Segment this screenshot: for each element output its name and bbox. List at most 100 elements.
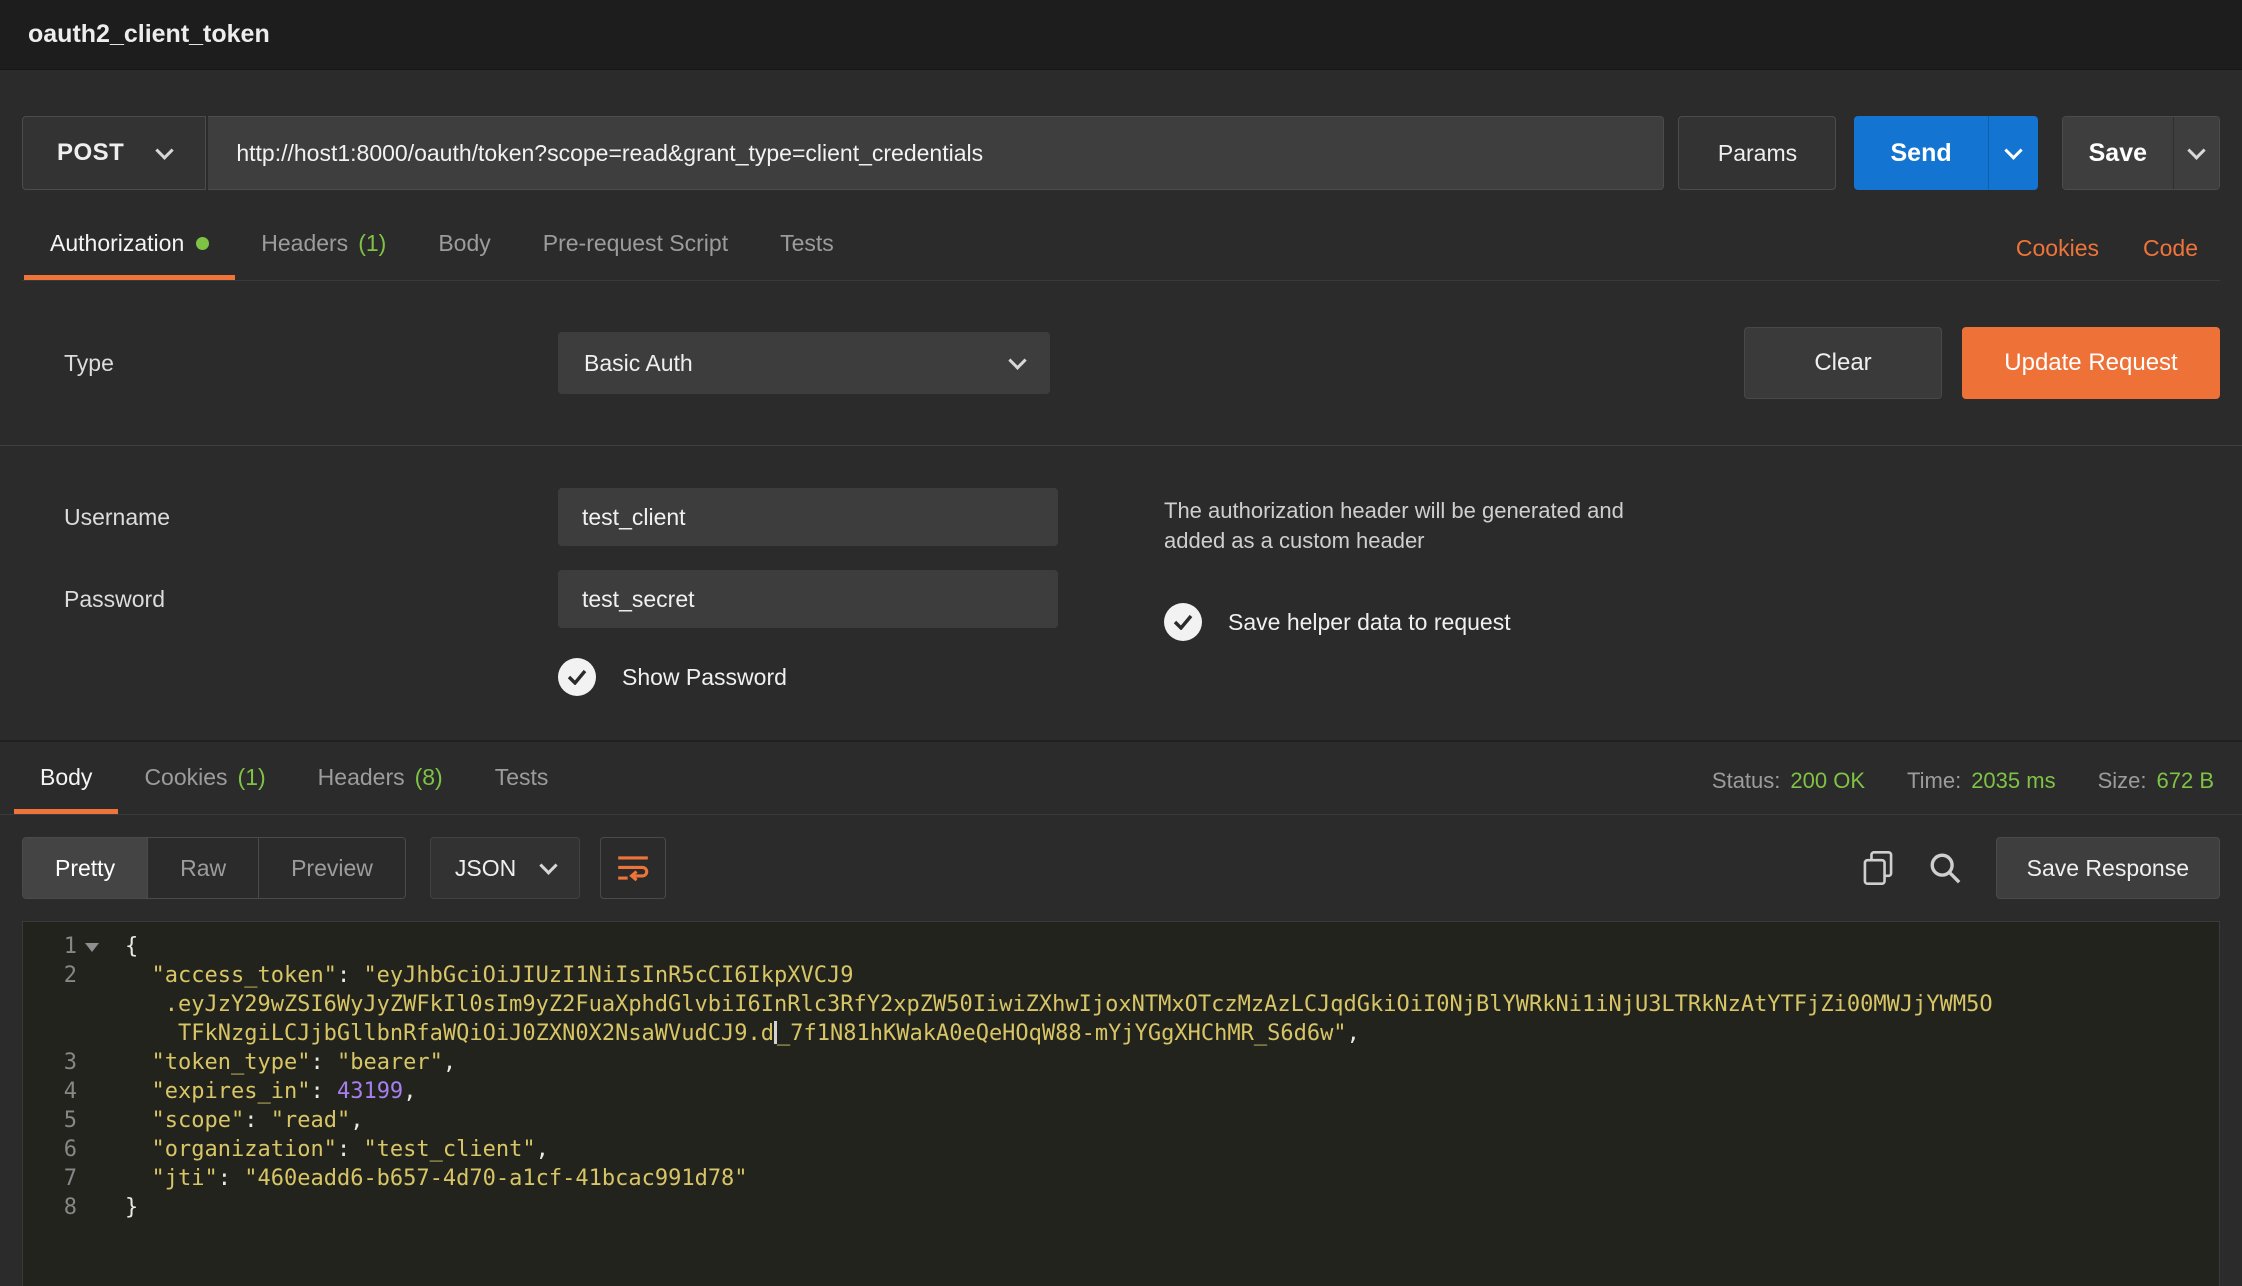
code-token: { — [125, 934, 138, 959]
view-preview-button[interactable]: Preview — [259, 838, 405, 898]
code-token: , — [536, 1137, 549, 1162]
username-field[interactable] — [558, 488, 1058, 546]
tab-label: Headers — [261, 230, 348, 257]
code-token: : — [337, 963, 364, 988]
method-select[interactable]: POST — [22, 116, 206, 190]
cookies-link[interactable]: Cookies — [2016, 235, 2099, 262]
wrap-text-icon — [617, 854, 649, 882]
send-button-group: Send — [1854, 116, 2037, 190]
code-row: 2 "access_token": "eyJhbGciOiJIUzI1NiIsI… — [23, 961, 2219, 990]
code-token — [125, 1166, 152, 1191]
code-token: "access_token" — [152, 963, 337, 988]
tab-headers[interactable]: Headers (1) — [235, 208, 412, 280]
save-helper-checkbox[interactable] — [1164, 603, 1202, 641]
response-tabs: Body Cookies (1) Headers (8) Tests Statu… — [0, 742, 2242, 815]
code-row: 4 "expires_in": 43199, — [23, 1077, 2219, 1106]
code-token: "bearer" — [337, 1050, 443, 1075]
update-request-button[interactable]: Update Request — [1962, 327, 2220, 399]
wrap-text-button[interactable] — [600, 837, 666, 899]
auth-type-select[interactable]: Basic Auth — [558, 332, 1050, 394]
auth-helper-text: The authorization header will be generat… — [1164, 496, 1634, 555]
resp-tab-cookies[interactable]: Cookies (1) — [118, 742, 291, 814]
code-token: } — [125, 1195, 138, 1220]
fold-arrow-icon[interactable] — [85, 943, 99, 952]
code-token: , — [350, 1108, 363, 1133]
resp-tab-headers[interactable]: Headers (8) — [292, 742, 469, 814]
code-token: .eyJzY29wZSI6WyJyZWFkIl0sIm9yZ2FuaXphdGl… — [125, 992, 1993, 1017]
tab-label: Authorization — [50, 230, 184, 257]
password-label: Password — [22, 586, 558, 613]
tab-tests[interactable]: Tests — [754, 208, 860, 280]
code-token — [125, 1137, 152, 1162]
chevron-down-icon — [540, 856, 558, 874]
tab-pre-request-script[interactable]: Pre-request Script — [517, 208, 754, 280]
line-number: 1 — [23, 932, 101, 961]
code-token: "expires_in" — [152, 1079, 311, 1104]
code-token — [125, 963, 152, 988]
code-token: "test_client" — [363, 1137, 535, 1162]
chevron-down-icon — [156, 141, 174, 159]
chevron-down-icon — [2004, 141, 2022, 159]
view-raw-button[interactable]: Raw — [148, 838, 259, 898]
request-builder: POST http://host1:8000/oauth/token?scope… — [0, 70, 2242, 281]
line-number: 5 — [23, 1106, 101, 1135]
line-number: 3 — [23, 1048, 101, 1077]
response-code: 1 {2 "access_token": "eyJhbGciOiJIUzI1NiI… — [23, 932, 2219, 1222]
resp-tab-tests[interactable]: Tests — [469, 742, 575, 814]
save-options-button[interactable] — [2173, 117, 2219, 189]
show-password-label: Show Password — [622, 664, 787, 691]
code-token: : — [337, 1137, 364, 1162]
method-label: POST — [57, 139, 124, 167]
tab-label: Tests — [495, 764, 549, 791]
code-row: .eyJzY29wZSI6WyJyZWFkIl0sIm9yZ2FuaXphdGl… — [23, 990, 2219, 1019]
code-token: "460eadd6-b657-4d70-a1cf-41bcac991d78" — [244, 1166, 747, 1191]
code-token: : — [244, 1108, 271, 1133]
clear-button[interactable]: Clear — [1744, 327, 1942, 399]
response-format-select[interactable]: JSON — [430, 837, 580, 899]
copy-icon — [1862, 851, 1894, 885]
send-options-button[interactable] — [1988, 116, 2038, 190]
response-section: Body Cookies (1) Headers (8) Tests Statu… — [0, 740, 2242, 915]
show-password-checkbox[interactable] — [558, 658, 596, 696]
url-input[interactable]: http://host1:8000/oauth/token?scope=read… — [208, 116, 1664, 190]
copy-response-button[interactable] — [1862, 851, 1894, 885]
code-row: 7 "jti": "460eadd6-b657-4d70-a1cf-41bcac… — [23, 1164, 2219, 1193]
code-row: 3 "token_type": "bearer", — [23, 1048, 2219, 1077]
postman-window: oauth2_client_token POST http://host1:80… — [0, 0, 2242, 1286]
save-button[interactable]: Save — [2063, 117, 2173, 189]
tab-count: (8) — [415, 764, 443, 791]
code-link[interactable]: Code — [2143, 235, 2198, 262]
resp-tab-body[interactable]: Body — [14, 742, 118, 814]
tab-label: Body — [438, 230, 490, 257]
line-number: 7 — [23, 1164, 101, 1193]
code-token: : — [218, 1166, 245, 1191]
tab-label: Body — [40, 764, 92, 791]
code-token: : — [310, 1079, 337, 1104]
code-token: "eyJhbGciOiJIUzI1NiIsInR5cCI6IkpXVCJ9 — [363, 963, 853, 988]
view-pretty-button[interactable]: Pretty — [23, 838, 148, 898]
tab-count: (1) — [358, 230, 386, 257]
view-mode-switcher: Pretty Raw Preview — [22, 837, 406, 899]
code-token: "scope" — [152, 1108, 245, 1133]
send-button[interactable]: Send — [1854, 116, 1987, 190]
tab-count: (1) — [238, 764, 266, 791]
code-token: _7f1N81hKWakA0eQeHOqW88-mYjYGgXHChMR_S6d… — [777, 1021, 1347, 1046]
active-status-dot — [196, 237, 209, 250]
params-button[interactable]: Params — [1678, 116, 1836, 190]
code-token: : — [310, 1050, 337, 1075]
save-response-button[interactable]: Save Response — [1996, 837, 2220, 899]
password-field[interactable] — [558, 570, 1058, 628]
request-tabs: Authorization Headers (1) Body Pre-reque… — [22, 208, 2220, 281]
search-response-button[interactable] — [1928, 851, 1962, 885]
request-title: oauth2_client_token — [28, 20, 270, 49]
chevron-down-icon — [1008, 351, 1026, 369]
check-icon — [567, 669, 587, 685]
response-body-viewer[interactable]: 1 {2 "access_token": "eyJhbGciOiJIUzI1NiI… — [22, 921, 2220, 1286]
chevron-down-icon — [2187, 141, 2205, 159]
line-number — [23, 990, 101, 1019]
code-token: "read" — [271, 1108, 350, 1133]
tab-label: Cookies — [144, 764, 227, 791]
code-row: 8} — [23, 1193, 2219, 1222]
tab-authorization[interactable]: Authorization — [24, 208, 235, 280]
tab-body[interactable]: Body — [412, 208, 516, 280]
